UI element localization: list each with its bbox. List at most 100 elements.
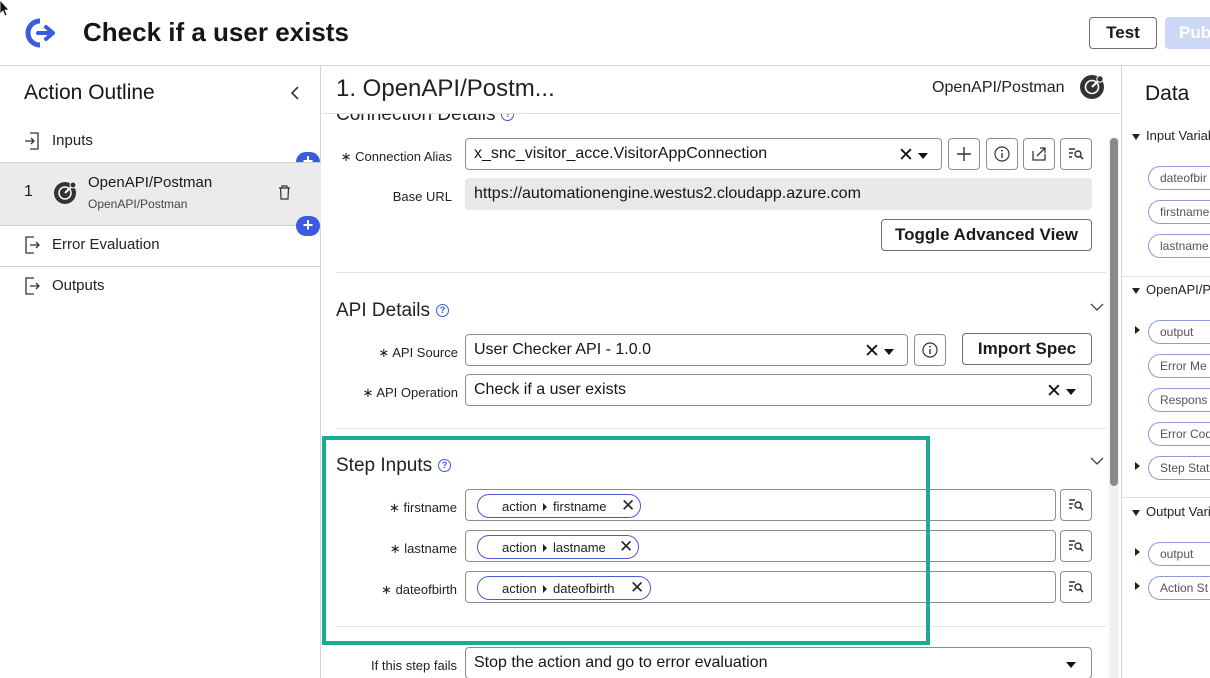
dropdown-caret-icon[interactable] bbox=[918, 153, 928, 159]
failure-handling-select[interactable]: Stop the action and go to error evaluati… bbox=[465, 647, 1092, 678]
inputs-icon bbox=[25, 132, 39, 150]
input-label-lastname: ∗ lastname bbox=[389, 541, 457, 556]
collapse-chevron-left-icon[interactable] bbox=[287, 84, 305, 102]
pill-separator-icon bbox=[543, 585, 547, 593]
add-step-button[interactable]: + bbox=[296, 216, 320, 236]
data-pill[interactable]: action lastname ✕ bbox=[477, 535, 639, 559]
api-source-label: ∗ API Source bbox=[378, 345, 458, 360]
input-field-firstname[interactable]: action firstname ✕ bbox=[465, 489, 1056, 521]
step-editor-panel: 1. OpenAPI/Postm... OpenAPI/Postman Conn… bbox=[322, 66, 1120, 678]
help-icon[interactable]: ? bbox=[438, 459, 452, 473]
expand-arrow-icon[interactable] bbox=[1135, 548, 1140, 556]
error-evaluation-icon bbox=[25, 236, 40, 254]
data-group-input-variables[interactable]: Input Variab bbox=[1132, 128, 1210, 143]
postman-icon bbox=[54, 181, 77, 204]
data-pill[interactable]: Error Me bbox=[1148, 354, 1210, 378]
data-pill[interactable]: Action St bbox=[1148, 576, 1210, 600]
data-pill-picker-icon bbox=[1069, 581, 1084, 593]
collapse-chevron-down-icon[interactable] bbox=[1090, 302, 1104, 312]
outline-item-error-evaluation[interactable]: Error Evaluation bbox=[0, 236, 321, 260]
step-inputs-heading: Step Inputs? bbox=[336, 455, 452, 477]
delete-step-icon[interactable] bbox=[278, 185, 291, 200]
remove-pill-icon[interactable]: ✕ bbox=[630, 578, 644, 598]
outline-item-inputs[interactable]: Inputs bbox=[0, 132, 321, 156]
collapse-chevron-down-icon[interactable] bbox=[1090, 456, 1104, 466]
outline-divider bbox=[0, 266, 321, 267]
remove-pill-icon[interactable]: ✕ bbox=[621, 496, 635, 516]
remove-pill-icon[interactable]: ✕ bbox=[619, 537, 633, 557]
pill-separator-icon bbox=[543, 544, 547, 552]
clear-icon[interactable]: ✕ bbox=[864, 340, 880, 363]
input-label-dateofbirth: ∗ dateofbirth bbox=[381, 582, 457, 597]
outline-item-label: Error Evaluation bbox=[52, 236, 160, 253]
step-editor-scrollbar[interactable] bbox=[1109, 138, 1119, 678]
outputs-icon bbox=[25, 277, 40, 295]
plus-icon bbox=[957, 147, 971, 161]
info-icon bbox=[994, 146, 1010, 162]
import-spec-button[interactable]: Import Spec bbox=[962, 333, 1092, 365]
add-connection-button[interactable] bbox=[948, 138, 980, 170]
outline-item-label: Inputs bbox=[52, 132, 93, 149]
clear-icon[interactable]: ✕ bbox=[1046, 380, 1062, 403]
api-source-info-button[interactable] bbox=[914, 334, 946, 366]
input-field-lastname[interactable]: action lastname ✕ bbox=[465, 530, 1056, 562]
expand-arrow-icon[interactable] bbox=[1135, 326, 1140, 334]
clear-icon[interactable]: ✕ bbox=[898, 144, 914, 167]
step-type-label: OpenAPI/Postman bbox=[932, 79, 1065, 96]
dropdown-caret-icon[interactable] bbox=[1066, 662, 1076, 668]
connection-alias-select[interactable]: x_snc_visitor_acce.VisitorAppConnection … bbox=[465, 138, 942, 170]
data-group-openapi[interactable]: OpenAPI/Po bbox=[1132, 282, 1210, 297]
base-url-field: https://automationengine.westus2.cloudap… bbox=[465, 178, 1092, 210]
expand-triangle-icon bbox=[1132, 509, 1140, 516]
data-pill[interactable]: dateofbir bbox=[1148, 166, 1210, 190]
step-editor-title: 1. OpenAPI/Postm... bbox=[336, 75, 555, 102]
data-pill-picker-icon bbox=[1069, 148, 1084, 160]
step-number: 1 bbox=[24, 183, 33, 200]
data-pill[interactable]: action dateofbirth ✕ bbox=[477, 576, 651, 600]
publish-button[interactable]: Pub bbox=[1165, 17, 1210, 49]
outline-title: Action Outline bbox=[24, 81, 155, 104]
data-pill[interactable]: Respons bbox=[1148, 388, 1210, 412]
scrollbar-thumb[interactable] bbox=[1110, 138, 1118, 486]
expand-arrow-icon[interactable] bbox=[1135, 462, 1140, 470]
data-pill-picker-button[interactable] bbox=[1060, 489, 1092, 521]
data-pill-picker-icon bbox=[1069, 499, 1084, 511]
step-subtitle: OpenAPI/Postman bbox=[88, 197, 188, 211]
section-divider bbox=[336, 626, 1106, 627]
data-pill[interactable]: output bbox=[1148, 542, 1210, 566]
dropdown-caret-icon[interactable] bbox=[1066, 389, 1076, 395]
data-pill-picker-button[interactable] bbox=[1060, 138, 1092, 170]
api-operation-select[interactable]: Check if a user exists ✕ bbox=[465, 374, 1092, 406]
data-pill[interactable]: Error Cod bbox=[1148, 422, 1210, 446]
data-group-output-variables[interactable]: Output Vari bbox=[1132, 504, 1210, 519]
data-pill[interactable]: lastname bbox=[1148, 234, 1210, 258]
info-icon bbox=[922, 342, 938, 358]
back-arrow-logo-icon[interactable] bbox=[24, 18, 56, 48]
api-details-heading: API Details? bbox=[336, 300, 449, 322]
outline-item-outputs[interactable]: Outputs bbox=[0, 277, 321, 301]
outline-step-openapi[interactable]: 1 OpenAPI/Postman OpenAPI/Postman bbox=[0, 162, 321, 226]
data-pill[interactable]: Step Stat bbox=[1148, 456, 1210, 480]
dropdown-caret-icon[interactable] bbox=[884, 349, 894, 355]
data-panel: Data Input Variab dateofbir firstname la… bbox=[1121, 66, 1210, 678]
data-pill[interactable]: firstname bbox=[1148, 200, 1210, 224]
api-source-select[interactable]: User Checker API - 1.0.0 ✕ bbox=[465, 334, 908, 366]
data-pill-picker-button[interactable] bbox=[1060, 530, 1092, 562]
section-divider bbox=[336, 272, 1106, 273]
test-button[interactable]: Test bbox=[1089, 17, 1157, 49]
expand-arrow-icon[interactable] bbox=[1135, 582, 1140, 590]
external-link-icon bbox=[1032, 147, 1046, 161]
data-pill-picker-icon bbox=[1069, 540, 1084, 552]
open-connection-button[interactable] bbox=[1023, 138, 1055, 170]
data-pill[interactable]: action firstname ✕ bbox=[477, 494, 641, 518]
connection-info-button[interactable] bbox=[986, 138, 1018, 170]
help-icon[interactable]: ? bbox=[435, 304, 449, 318]
postman-icon bbox=[1080, 75, 1104, 99]
input-field-dateofbirth[interactable]: action dateofbirth ✕ bbox=[465, 571, 1056, 603]
input-label-firstname: ∗ firstname bbox=[389, 500, 457, 515]
toggle-advanced-view-button[interactable]: Toggle Advanced View bbox=[881, 219, 1092, 251]
data-panel-title: Data bbox=[1145, 82, 1190, 105]
data-pill[interactable]: output bbox=[1148, 320, 1210, 344]
mouse-cursor-icon bbox=[0, 0, 10, 16]
data-pill-picker-button[interactable] bbox=[1060, 571, 1092, 603]
